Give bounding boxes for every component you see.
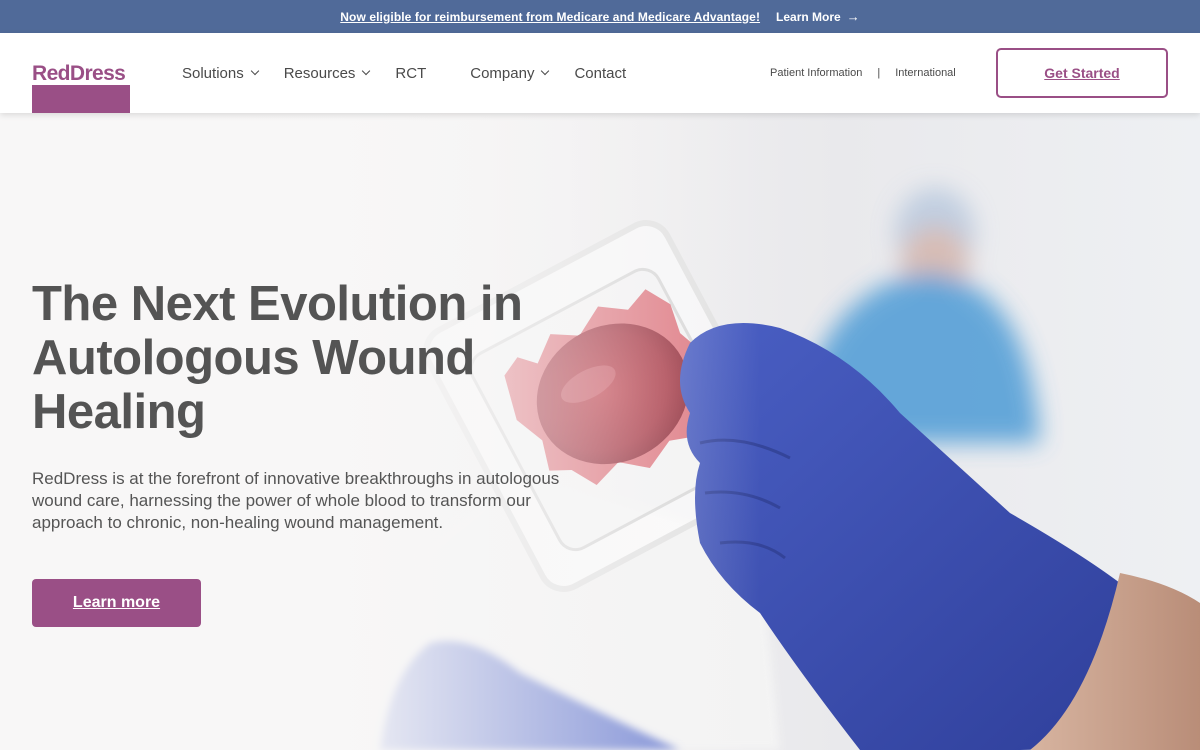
nav-item-rct[interactable]: RCT xyxy=(395,65,426,82)
nav-item-contact[interactable]: Contact xyxy=(574,65,626,82)
nav-item-label: Contact xyxy=(574,64,627,82)
chevron-down-icon xyxy=(250,66,259,76)
hero-section: The Next Evolution in Autologous Wound H… xyxy=(0,113,1200,750)
logo-text: RedDress xyxy=(32,62,126,85)
nav-item-label: Solutions xyxy=(182,64,244,82)
arrow-right-icon: → xyxy=(846,9,860,24)
hero-title: The Next Evolution in Autologous Wound H… xyxy=(32,277,523,439)
patient-information-link[interactable]: Patient Information xyxy=(770,67,862,79)
nav-item-company[interactable]: Company xyxy=(470,64,550,82)
international-link[interactable]: International xyxy=(895,67,956,79)
announcement-message-link[interactable]: Now eligible for reimbursement from Medi… xyxy=(340,10,760,24)
utility-nav: Patient Information | International xyxy=(770,33,956,113)
nav-item-label: RCT xyxy=(395,64,427,82)
nav-item-label: Company xyxy=(470,64,535,82)
nav-item-solutions[interactable]: Solutions xyxy=(182,64,259,82)
get-started-button[interactable]: Get Started xyxy=(996,48,1168,98)
learn-more-button[interactable]: Learn more xyxy=(32,579,201,627)
announcement-learn-more-link[interactable]: Learn More → xyxy=(776,9,860,24)
announcement-learn-more-label: Learn More xyxy=(776,9,841,24)
logo[interactable]: RedDress xyxy=(32,63,130,113)
utility-separator: | xyxy=(877,67,881,79)
site-header: RedDress Solutions Resources RCT Company… xyxy=(0,33,1200,113)
nav-item-label: Resources xyxy=(283,64,356,82)
hero-description: RedDress is at the forefront of innovati… xyxy=(32,469,560,532)
chevron-down-icon xyxy=(541,66,550,76)
chevron-down-icon xyxy=(362,66,371,76)
logo-block xyxy=(32,85,130,113)
main-nav: Solutions Resources RCT Company Contact xyxy=(182,33,652,113)
announcement-bar: Now eligible for reimbursement from Medi… xyxy=(0,0,1200,33)
nav-item-resources[interactable]: Resources xyxy=(283,64,371,82)
